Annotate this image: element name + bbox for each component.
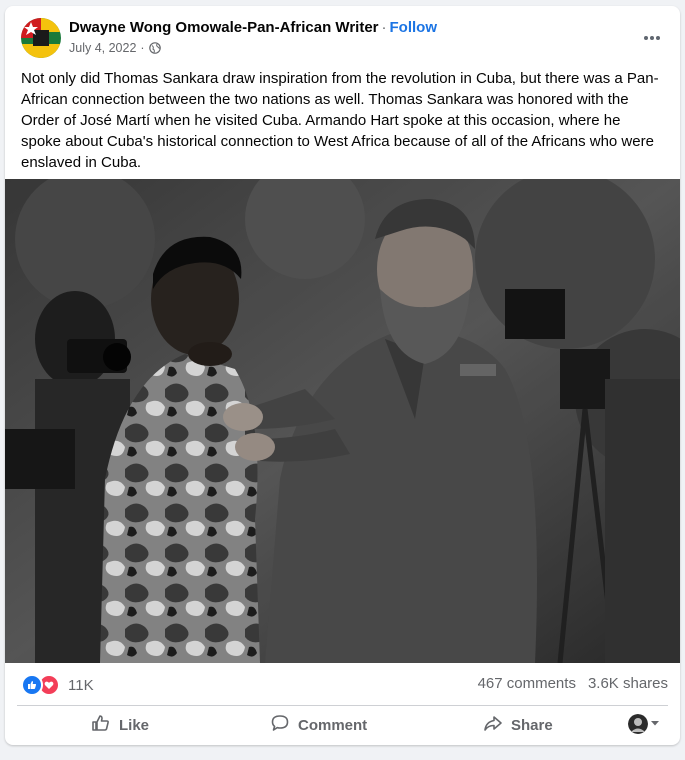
share-icon — [483, 713, 503, 737]
comment-label: Comment — [298, 716, 368, 734]
comments-count[interactable]: 467 comments — [478, 675, 576, 692]
more-options-icon[interactable] — [638, 24, 666, 52]
comment-icon — [270, 713, 290, 737]
reactions-summary[interactable]: 11K — [21, 674, 94, 696]
post-actions: Like Comment Share — [5, 706, 680, 744]
share-label: Share — [511, 716, 553, 734]
comment-button[interactable]: Comment — [270, 709, 367, 741]
post-text: Not only did Thomas Sankara draw inspira… — [21, 70, 659, 171]
post-header: Dwayne Wong Omowale-Pan-African Writer · F… — [5, 6, 680, 66]
globe-icon[interactable] — [148, 42, 161, 54]
thumbs-up-icon — [91, 713, 111, 737]
audience-selector[interactable] — [628, 714, 660, 734]
post-photo[interactable] — [5, 179, 680, 663]
date-separator: · — [140, 41, 145, 55]
post-date[interactable]: July 4, 2022 — [69, 41, 136, 55]
author-separator: · — [381, 19, 387, 36]
share-button[interactable]: Share — [483, 709, 553, 741]
author-name[interactable]: Dwayne Wong Omowale-Pan-African Writer — [69, 19, 379, 36]
post-stats: 11K 467 comments 3.6K shares — [5, 663, 680, 705]
follow-button[interactable]: Follow — [390, 19, 438, 36]
post-meta: July 4, 2022 · — [69, 41, 161, 55]
user-avatar — [628, 714, 648, 734]
like-label: Like — [119, 716, 150, 734]
shares-count[interactable]: 3.6K shares — [588, 675, 668, 692]
post-card: Dwayne Wong Omowale-Pan-African Writer · F… — [5, 6, 680, 745]
author-avatar[interactable] — [21, 18, 61, 58]
author-line: Dwayne Wong Omowale-Pan-African Writer · F… — [69, 19, 437, 36]
like-reaction-icon — [21, 674, 43, 696]
reaction-count: 11K — [68, 676, 94, 694]
like-button[interactable]: Like — [91, 709, 149, 741]
engagement-counts: 467 comments 3.6K shares — [478, 675, 668, 692]
chevron-down-icon — [650, 715, 660, 733]
